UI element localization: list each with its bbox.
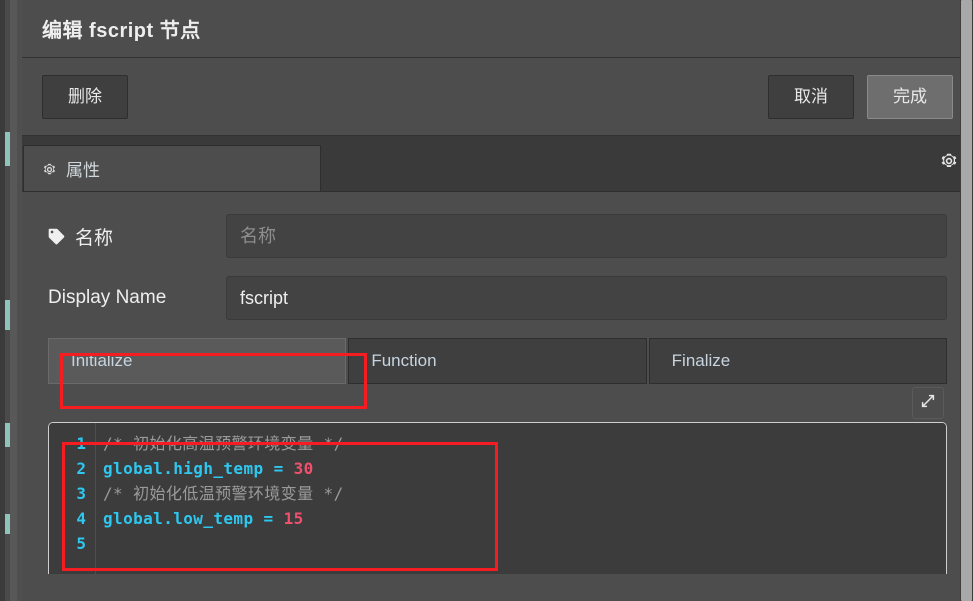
code-line: global.low_temp = 15 xyxy=(103,506,946,531)
editor-code-area[interactable]: /* 初始化高温预警环境变量 */ global.high_temp = 30 /*… xyxy=(96,423,946,574)
code-token-op: = xyxy=(263,459,294,478)
expand-editor-button[interactable] xyxy=(912,387,944,419)
line-number: 3 xyxy=(76,484,86,503)
editor-canvas-backdrop xyxy=(0,0,22,601)
expand-arrows-icon xyxy=(920,393,936,414)
properties-panel: 名称 Display Name InitializeFunctionFinali… xyxy=(22,192,973,574)
edit-node-dialog: 编辑 fscript 节点 删除 取消 完成 属性 名称 名称 Display … xyxy=(22,0,973,601)
code-token-comment: /* 初始化高温预警环境变量 */ xyxy=(103,434,344,453)
code-editor[interactable]: 1 2 3 4 5 /* 初始化高温预警环境变量 */ global.high_temp … xyxy=(48,422,947,574)
name-label-group: 名称 xyxy=(48,223,226,250)
code-token-num: 30 xyxy=(293,459,314,478)
display-name-row: Display Name xyxy=(48,276,947,320)
display-name-label: Display Name xyxy=(48,287,167,308)
code-token-op: = xyxy=(253,509,284,528)
done-button[interactable]: 完成 xyxy=(867,74,953,119)
name-input[interactable] xyxy=(226,214,947,258)
code-line: global.high_temp = 30 xyxy=(103,456,946,481)
code-token-num: 15 xyxy=(283,509,304,528)
display-name-input[interactable] xyxy=(226,276,947,320)
code-token-ident: global.low_temp xyxy=(103,509,254,528)
tab-properties-label: 属性 xyxy=(66,161,100,180)
tab-properties[interactable]: 属性 xyxy=(23,145,321,191)
script-section-tabs: Initialize Function Finalize xyxy=(48,338,947,384)
gear-icon xyxy=(42,162,56,176)
dialog-action-bar: 删除 取消 完成 xyxy=(22,58,973,136)
delete-button[interactable]: 删除 xyxy=(42,74,128,119)
dialog-tabbar: 属性 xyxy=(22,136,973,192)
name-row: 名称 xyxy=(48,214,947,258)
script-tab-function[interactable]: Function xyxy=(348,338,647,384)
page-scrollbar-track[interactable] xyxy=(960,0,973,601)
tag-icon xyxy=(48,227,66,245)
cancel-button[interactable]: 取消 xyxy=(768,74,854,119)
script-tab-initialize[interactable]: Initialize xyxy=(48,338,347,384)
dialog-titlebar: 编辑 fscript 节点 xyxy=(22,0,973,58)
gear-icon xyxy=(939,151,959,176)
code-line: /* 初始化高温预警环境变量 */ xyxy=(103,431,946,456)
code-token-comment: /* 初始化低温预警环境变量 */ xyxy=(103,484,344,503)
page-scrollbar-thumb[interactable] xyxy=(961,0,972,601)
editor-toolbar xyxy=(48,384,947,422)
editor-line-number-gutter: 1 2 3 4 5 xyxy=(49,423,96,574)
code-token-ident: global.high_temp xyxy=(103,459,264,478)
line-number: 5 xyxy=(76,534,86,553)
line-number: 4 xyxy=(76,509,86,528)
code-line: /* 初始化低温预警环境变量 */ xyxy=(103,481,946,506)
line-number: 2 xyxy=(76,459,86,478)
script-tab-finalize[interactable]: Finalize xyxy=(648,338,947,384)
page-title: 编辑 fscript 节点 xyxy=(42,20,201,42)
name-label: 名称 xyxy=(75,227,114,249)
line-number: 1 xyxy=(76,434,86,453)
